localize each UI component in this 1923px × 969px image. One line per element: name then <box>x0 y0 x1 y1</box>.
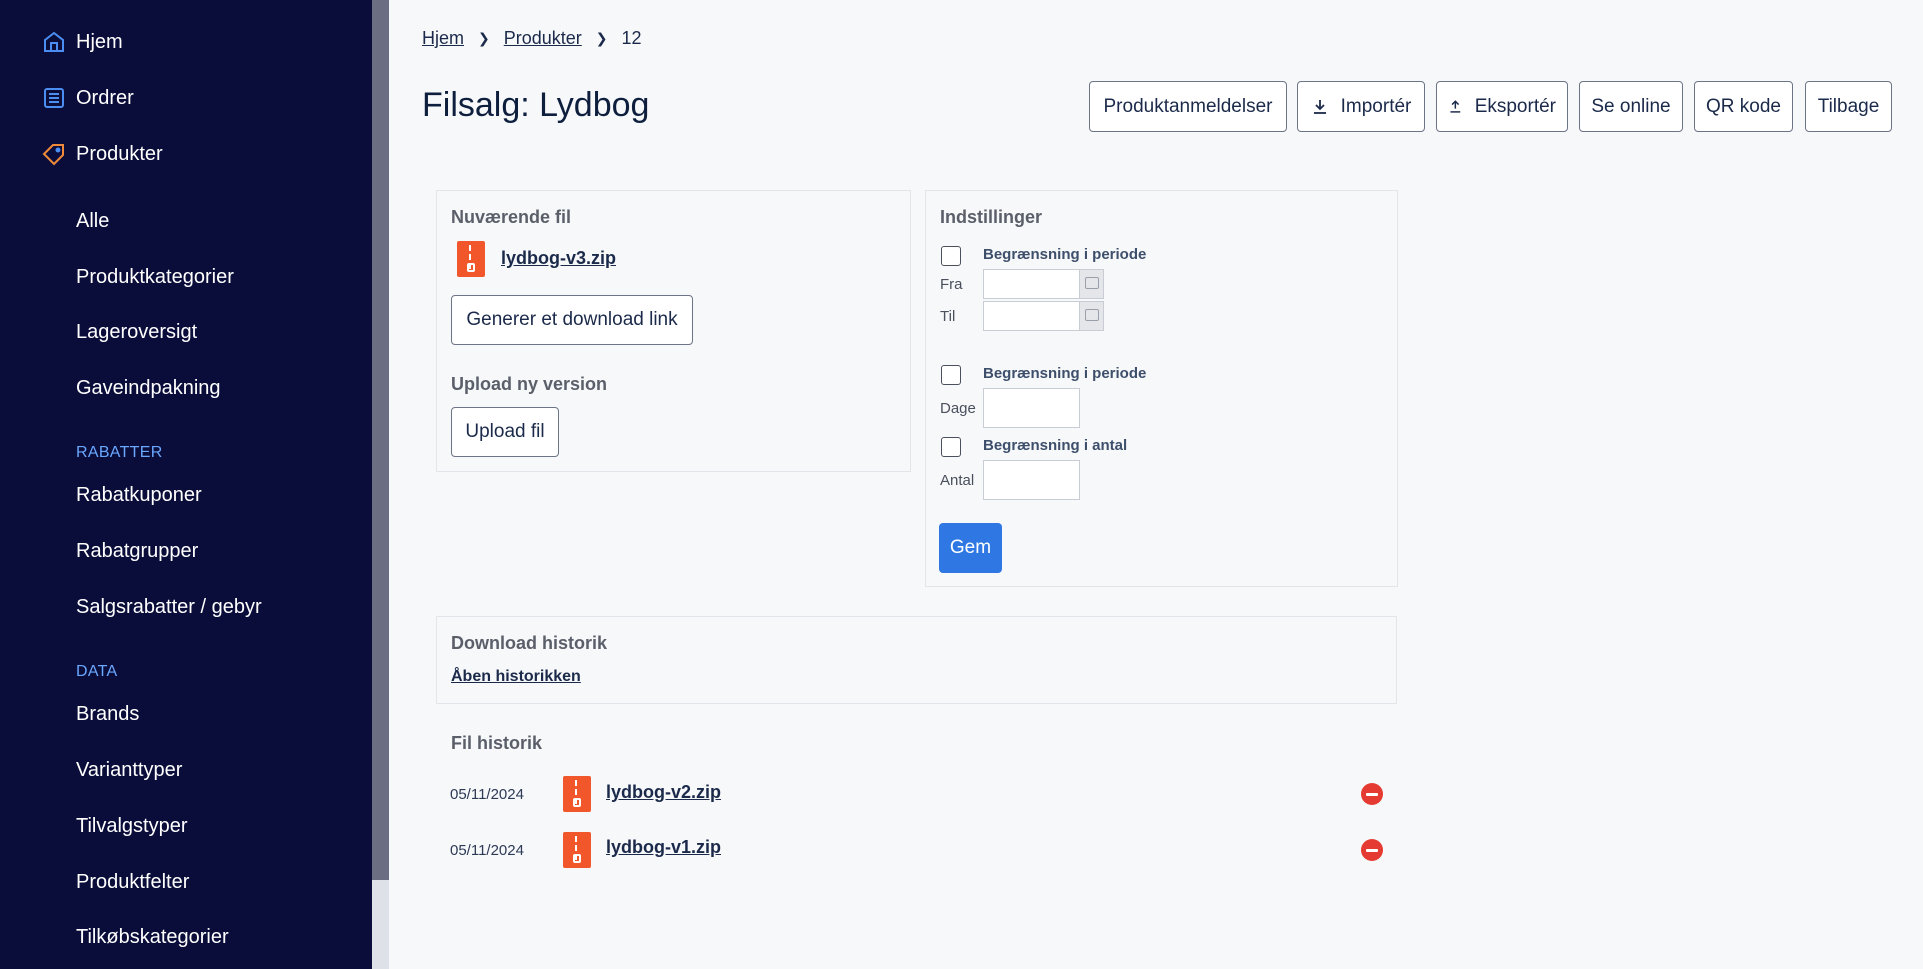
sidebar-item-all[interactable]: Alle <box>76 205 109 237</box>
to-date-input[interactable] <box>983 301 1104 331</box>
count-limit-checkbox[interactable] <box>941 437 961 457</box>
sidebar: Hjem Ordrer Produkter Alle Produktkatego… <box>0 0 372 969</box>
sidebar-item-coupons[interactable]: Rabatkuponer <box>76 479 202 511</box>
button-label: Se online <box>1591 95 1671 117</box>
page-title: Filsalg: Lydbog <box>422 86 650 124</box>
history-date: 05/11/2024 <box>450 842 524 859</box>
current-file-panel: Nuværende fil lydbog-v3.zip Generer et d… <box>436 190 911 472</box>
button-label: Upload fil <box>465 421 545 442</box>
days-limit-label: Begrænsning i periode <box>983 365 1147 382</box>
count-label: Antal <box>940 472 975 489</box>
period-limit-label: Begrænsning i periode <box>983 246 1147 263</box>
settings-panel: Indstillinger Begrænsning i periode Fra … <box>925 190 1398 587</box>
calendar-icon[interactable] <box>1079 270 1103 298</box>
upload-new-version-title: Upload ny version <box>451 374 608 394</box>
button-label: Importér <box>1340 95 1412 117</box>
breadcrumb-products[interactable]: Produkter <box>504 28 582 49</box>
breadcrumb-current: 12 <box>621 28 642 48</box>
sidebar-item-product-fields[interactable]: Produktfelter <box>76 866 189 898</box>
button-label: QR kode <box>1706 95 1781 117</box>
scrollbar-thumb[interactable] <box>372 0 389 880</box>
home-icon <box>44 31 64 52</box>
button-label: Tilbage <box>1817 95 1880 117</box>
sidebar-item-label: Ordrer <box>76 86 134 109</box>
days-input[interactable] <box>983 388 1080 428</box>
sidebar-item-brands[interactable]: Brands <box>76 698 139 730</box>
download-history-panel: Download historik Åben historikken <box>436 616 1397 704</box>
back-button[interactable]: Tilbage <box>1805 81 1892 132</box>
remove-icon[interactable] <box>1361 839 1383 861</box>
count-limit-label: Begrænsning i antal <box>983 437 1128 454</box>
chevron-right-icon: ❯ <box>595 30 608 46</box>
zip-file-icon <box>563 832 591 868</box>
tag-icon <box>42 144 64 166</box>
sidebar-item-giftwrap[interactable]: Gaveindpakning <box>76 372 221 404</box>
calendar-icon[interactable] <box>1079 302 1103 330</box>
sidebar-item-products[interactable]: Produkter <box>0 134 372 174</box>
history-date: 05/11/2024 <box>450 786 524 803</box>
qr-code-button[interactable]: QR kode <box>1694 81 1793 132</box>
from-label: Fra <box>940 276 963 293</box>
chevron-right-icon: ❯ <box>478 30 490 46</box>
download-history-title: Download historik <box>451 633 608 653</box>
to-label: Til <box>940 308 956 325</box>
from-date-input[interactable] <box>983 269 1104 299</box>
export-button[interactable]: Eksportér <box>1436 81 1568 132</box>
days-label: Dage <box>940 400 976 417</box>
count-input[interactable] <box>983 460 1080 500</box>
history-file-link[interactable]: lydbog-v2.zip <box>606 782 721 803</box>
import-button[interactable]: Importér <box>1297 81 1425 132</box>
file-history-title: Fil historik <box>451 733 543 753</box>
history-file-link[interactable]: lydbog-v1.zip <box>606 837 721 858</box>
period-limit-checkbox[interactable] <box>941 246 961 266</box>
upload-file-button[interactable]: Upload fil <box>451 407 559 457</box>
sidebar-item-addon-categories[interactable]: Tilkøbskategorier <box>76 921 229 953</box>
settings-title: Indstillinger <box>940 207 1043 227</box>
upload-icon <box>1450 99 1461 113</box>
open-history-link[interactable]: Åben historikken <box>451 668 581 686</box>
zip-file-icon <box>457 241 485 277</box>
orders-icon <box>44 88 64 108</box>
sidebar-item-label: Hjem <box>76 30 123 53</box>
button-label: Gem <box>949 537 992 558</box>
breadcrumb: Hjem ❯ Produkter ❯ 12 <box>422 28 642 49</box>
sidebar-item-sales-discounts[interactable]: Salgsrabatter / gebyr <box>76 591 262 623</box>
generate-download-link-button[interactable]: Generer et download link <box>451 295 693 345</box>
sidebar-item-categories[interactable]: Produktkategorier <box>76 261 234 293</box>
days-limit-checkbox[interactable] <box>941 365 961 385</box>
sidebar-item-label: Produkter <box>76 142 163 165</box>
sidebar-item-stock[interactable]: Lageroversigt <box>76 316 197 348</box>
sidebar-item-home[interactable]: Hjem <box>0 22 372 62</box>
current-file-title: Nuværende fil <box>451 207 572 227</box>
sidebar-item-orders[interactable]: Ordrer <box>0 78 372 118</box>
sidebar-scrollbar[interactable] <box>372 0 389 969</box>
button-label: Eksportér <box>1474 95 1556 117</box>
main-content: Hjem ❯ Produkter ❯ 12 Filsalg: Lydbog Pr… <box>389 0 1923 969</box>
sidebar-item-discount-groups[interactable]: Rabatgrupper <box>76 535 198 567</box>
sidebar-item-variant-types[interactable]: Varianttyper <box>76 754 182 786</box>
section-title-rabatter: RABATTER <box>76 444 163 461</box>
section-title-data: DATA <box>76 663 118 680</box>
download-icon <box>1313 99 1326 114</box>
zip-file-icon <box>563 776 591 812</box>
remove-icon[interactable] <box>1361 783 1383 805</box>
view-online-button[interactable]: Se online <box>1579 81 1683 132</box>
button-label: Produktanmeldelser <box>1103 95 1273 117</box>
breadcrumb-home[interactable]: Hjem <box>422 28 464 49</box>
save-button[interactable]: Gem <box>939 523 1002 573</box>
sidebar-item-option-types[interactable]: Tilvalgstyper <box>76 810 188 842</box>
button-label: Generer et download link <box>466 309 678 330</box>
current-file-link[interactable]: lydbog-v3.zip <box>501 248 616 269</box>
product-reviews-button[interactable]: Produktanmeldelser <box>1089 81 1287 132</box>
